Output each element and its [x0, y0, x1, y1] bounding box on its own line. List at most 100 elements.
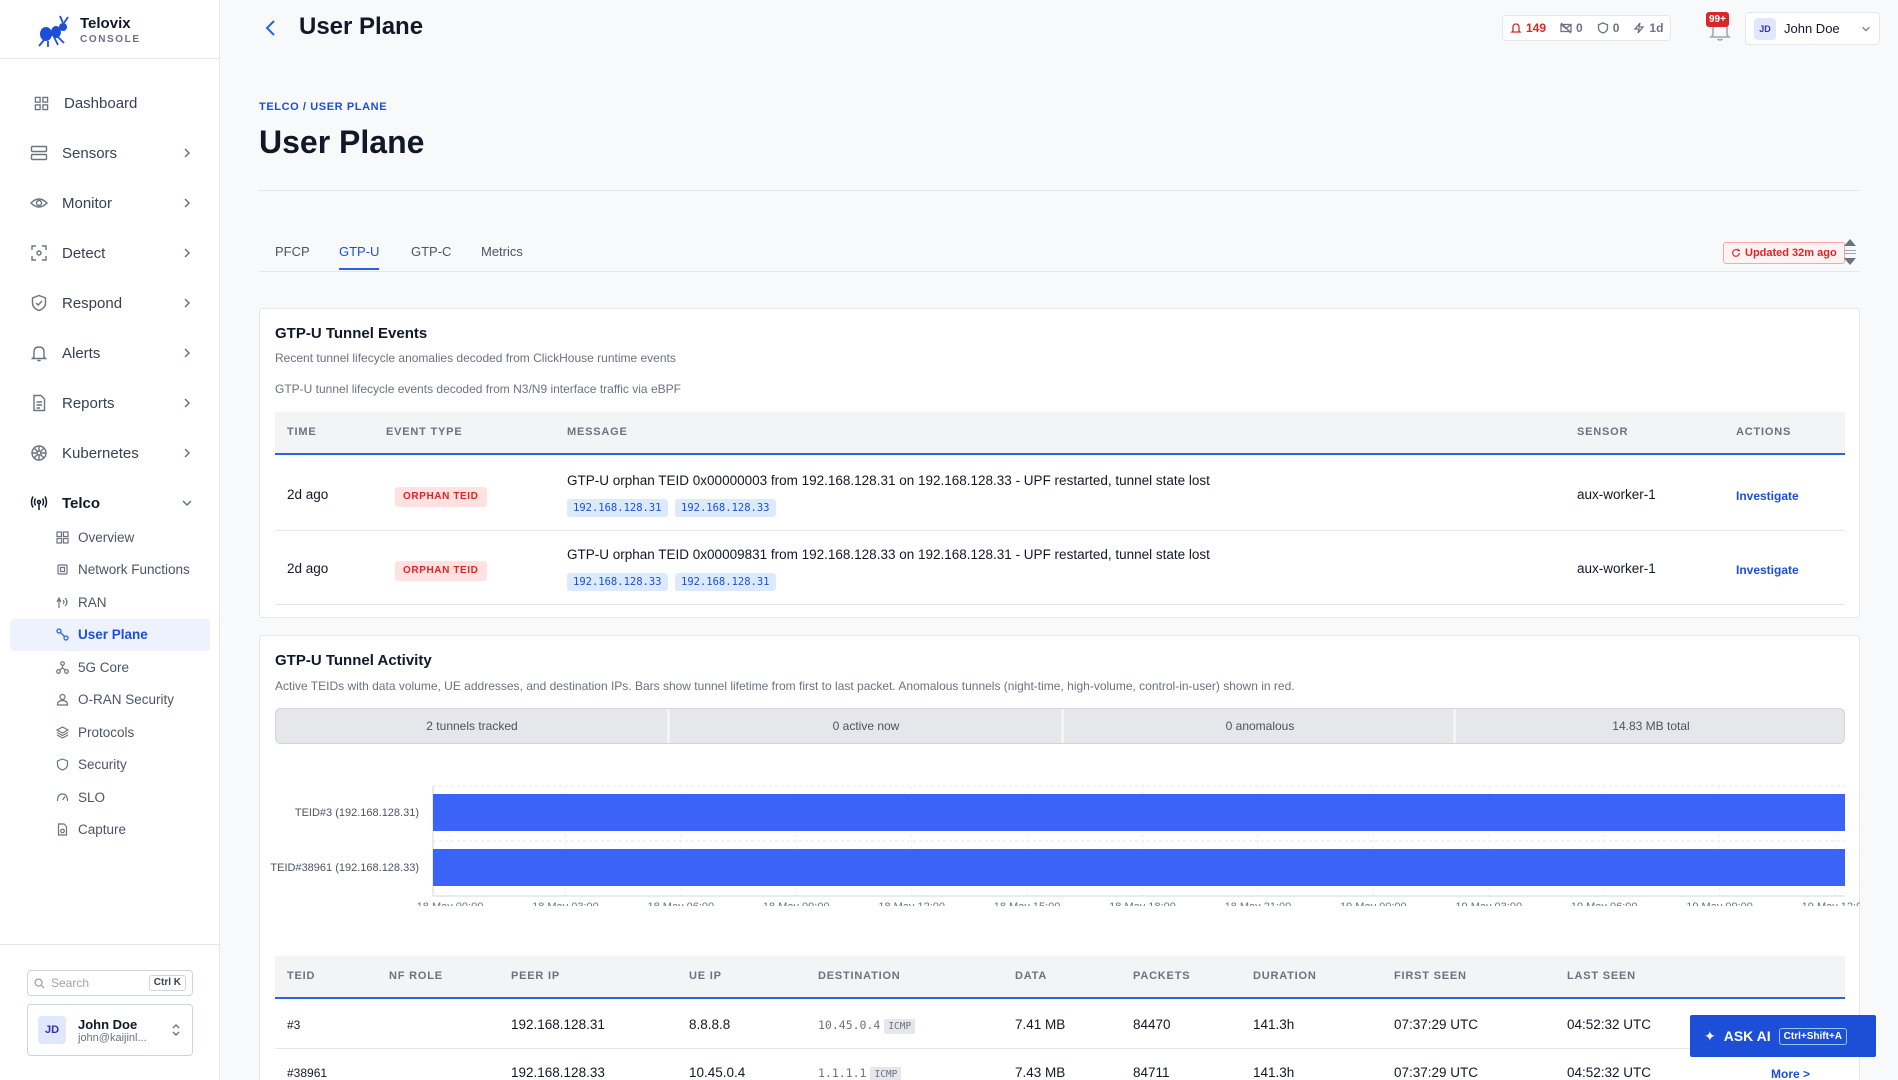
- submenu-item-security[interactable]: Security: [0, 749, 220, 782]
- back-arrow-icon[interactable]: [260, 17, 282, 39]
- protocol-tag: ICMP: [884, 1019, 916, 1034]
- submenu-item-overview[interactable]: Overview: [0, 521, 220, 554]
- lightning-icon: [1634, 22, 1645, 34]
- table-row[interactable]: #38961 192.168.128.33 10.45.0.4 1.1.1.1 I…: [275, 1049, 1845, 1080]
- event-message: GTP-U orphan TEID 0x00009831 from 192.16…: [567, 547, 1210, 562]
- column-header: TEID: [287, 970, 316, 982]
- ip-chip[interactable]: 192.168.128.31: [675, 573, 776, 591]
- submenu-item-5g-core[interactable]: 5G Core: [0, 651, 220, 684]
- submenu-item-label: Security: [78, 757, 127, 773]
- chevron-right-icon: [184, 348, 191, 358]
- uptime[interactable]: 1d: [1626, 21, 1670, 35]
- breadcrumb: TELCO / USER PLANE: [259, 101, 388, 113]
- ask-ai-label: ASK AI: [1723, 1028, 1771, 1044]
- submenu-item-slo[interactable]: SLO: [0, 781, 220, 814]
- column-header: FIRST SEEN: [1394, 970, 1467, 982]
- chevron-right-icon: [184, 398, 191, 408]
- submenu-item-network-functions[interactable]: Network Functions: [0, 554, 220, 587]
- network-icon: [56, 660, 69, 674]
- submenu-item-oran-security[interactable]: O-RAN Security: [0, 684, 220, 717]
- telco-submenu: Overview Network Functions RAN User Plan…: [0, 521, 220, 846]
- last-seen: 04:52:32 UTC: [1567, 1065, 1652, 1080]
- sidebar-divider: [0, 944, 220, 945]
- stats-bar: 2 tunnels tracked 0 active now 0 anomalo…: [275, 708, 1845, 744]
- status-indicators[interactable]: 149 0 0 1d: [1502, 15, 1672, 41]
- more-link[interactable]: More >: [1771, 1067, 1810, 1080]
- brand-sub: CONSOLE: [80, 34, 141, 45]
- scroll-arrows[interactable]: [1840, 232, 1860, 272]
- sidebar-item-label: Monitor: [62, 194, 113, 212]
- submenu-item-user-plane[interactable]: User Plane: [10, 618, 210, 651]
- table-row[interactable]: 2d ago ORPHAN TEID GTP-U orphan TEID 0x0…: [275, 457, 1845, 531]
- eye-icon: [30, 194, 48, 212]
- user-lock-icon: [56, 693, 69, 706]
- notification-badge: 99+: [1706, 12, 1729, 27]
- submenu-item-ran[interactable]: RAN: [0, 586, 220, 619]
- user-menu[interactable]: JD John Doe: [1745, 12, 1880, 45]
- ip-chip[interactable]: 192.168.128.33: [675, 499, 776, 517]
- last-seen: 04:52:32 UTC: [1567, 1017, 1652, 1032]
- x-tick-label: 18 May 12:00: [878, 901, 945, 906]
- chevron-right-icon: [184, 148, 191, 158]
- tab-metrics[interactable]: Metrics: [481, 244, 523, 268]
- column-header: DURATION: [1253, 970, 1317, 982]
- packets: 84711: [1133, 1065, 1170, 1080]
- tab-gtp-c[interactable]: GTP-C: [411, 244, 451, 268]
- tunnel-activity-card: GTP-U Tunnel Activity Active TEIDs with …: [259, 635, 1860, 1080]
- event-sensor: aux-worker-1: [1577, 487, 1656, 502]
- sidebar-search[interactable]: Search Ctrl K: [27, 970, 193, 996]
- investigate-link[interactable]: Investigate: [1736, 489, 1799, 503]
- alerts-value: 149: [1526, 21, 1547, 35]
- shield-count[interactable]: 0: [1590, 21, 1627, 35]
- updated-badge[interactable]: Updated 32m ago: [1723, 242, 1845, 264]
- mail-count[interactable]: 0: [1553, 21, 1590, 35]
- sidebar-item-sensors[interactable]: Sensors: [0, 128, 220, 178]
- sidebar-item-dashboard[interactable]: Dashboard: [0, 78, 220, 128]
- column-header: PACKETS: [1133, 970, 1191, 982]
- ask-ai-button[interactable]: ✦ ASK AI Ctrl+Shift+A: [1690, 1015, 1876, 1057]
- sidebar-item-respond[interactable]: Respond: [0, 278, 220, 328]
- table-row[interactable]: #3 192.168.128.31 8.8.8.8 10.45.0.4 ICMP …: [275, 1001, 1845, 1049]
- sidebar-item-monitor[interactable]: Monitor: [0, 178, 220, 228]
- user-email: john@kaijinl...: [78, 1031, 147, 1044]
- alerts-count[interactable]: 149: [1503, 21, 1553, 35]
- teid: #38961: [287, 1066, 328, 1080]
- chevron-down-icon: [1862, 26, 1870, 31]
- mail-value: 0: [1576, 21, 1583, 35]
- duration: 141.3h: [1253, 1065, 1295, 1080]
- sidebar-item-kubernetes[interactable]: Kubernetes: [0, 428, 220, 478]
- user-name: John Doe: [1784, 21, 1840, 36]
- sidebar-item-alerts[interactable]: Alerts: [0, 328, 220, 378]
- submenu-item-capture[interactable]: Capture: [0, 814, 220, 847]
- layers-icon: [56, 726, 69, 739]
- investigate-link[interactable]: Investigate: [1736, 563, 1799, 577]
- page-title: User Plane: [259, 124, 425, 160]
- table-row[interactable]: 2d ago ORPHAN TEID GTP-U orphan TEID 0x0…: [275, 531, 1845, 605]
- signal-icon: [56, 596, 69, 609]
- sidebar-item-label: Kubernetes: [62, 444, 139, 462]
- tab-pfcp[interactable]: PFCP: [275, 244, 310, 268]
- search-shortcut: Ctrl K: [148, 975, 186, 991]
- chevron-right-icon: [184, 298, 191, 308]
- sidebar-item-detect[interactable]: Detect: [0, 228, 220, 278]
- sidebar-user-switcher[interactable]: JD John Doe john@kaijinl...: [27, 1004, 193, 1056]
- shield-icon: [56, 758, 69, 771]
- x-tick-label: 19 May 06:00: [1571, 901, 1638, 906]
- submenu-item-protocols[interactable]: Protocols: [0, 716, 220, 749]
- tab-gtp-u[interactable]: GTP-U: [339, 244, 380, 270]
- brand[interactable]: Telovix CONSOLE: [36, 14, 141, 48]
- packets: 84470: [1133, 1017, 1171, 1032]
- ip-chip[interactable]: 192.168.128.33: [567, 573, 668, 591]
- event-time: 2d ago: [287, 561, 329, 576]
- ip-chip[interactable]: 192.168.128.31: [567, 499, 668, 517]
- x-tick-label: 19 May 12:00: [1802, 901, 1860, 906]
- submenu-item-label: Capture: [78, 822, 127, 838]
- ask-ai-shortcut: Ctrl+Shift+A: [1778, 1027, 1848, 1045]
- event-type-badge: ORPHAN TEID: [395, 561, 487, 581]
- event-time: 2d ago: [287, 487, 329, 502]
- sidebar-item-reports[interactable]: Reports: [0, 378, 220, 428]
- x-tick-label: 19 May 09:00: [1686, 901, 1753, 906]
- column-header: DATA: [1015, 970, 1048, 982]
- submenu-item-label: Protocols: [78, 724, 135, 740]
- stat-active-now: 0 active now: [832, 719, 900, 733]
